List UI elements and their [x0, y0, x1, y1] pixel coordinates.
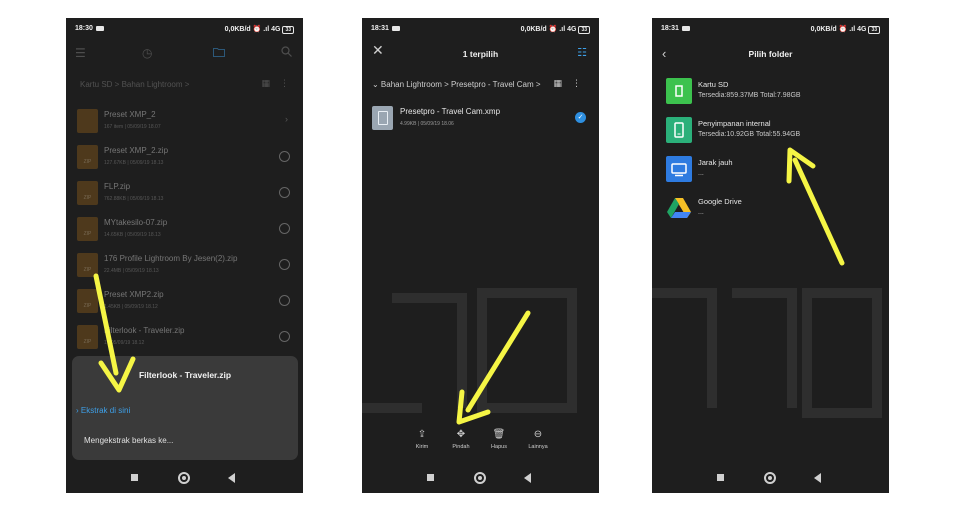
- highlight-arrow: [456, 310, 531, 425]
- highlight-arrow: [786, 147, 845, 266]
- phone-screen-selection: 18:31 0,0KB/d ⏰ .ıl 4G 33 ✕ 1 terpilih ☷ …: [362, 18, 599, 493]
- highlight-arrow: [93, 273, 136, 393]
- phone-screen-extract: 18:30 0,0KB/d ⏰ .ıl 4G 33 ☰ ◷ Kartu SD > …: [66, 18, 303, 493]
- phone-screen-choose-folder: 18:31 0,0KB/d ⏰ .ıl 4G 33 ‹ Pilih folder …: [652, 18, 889, 493]
